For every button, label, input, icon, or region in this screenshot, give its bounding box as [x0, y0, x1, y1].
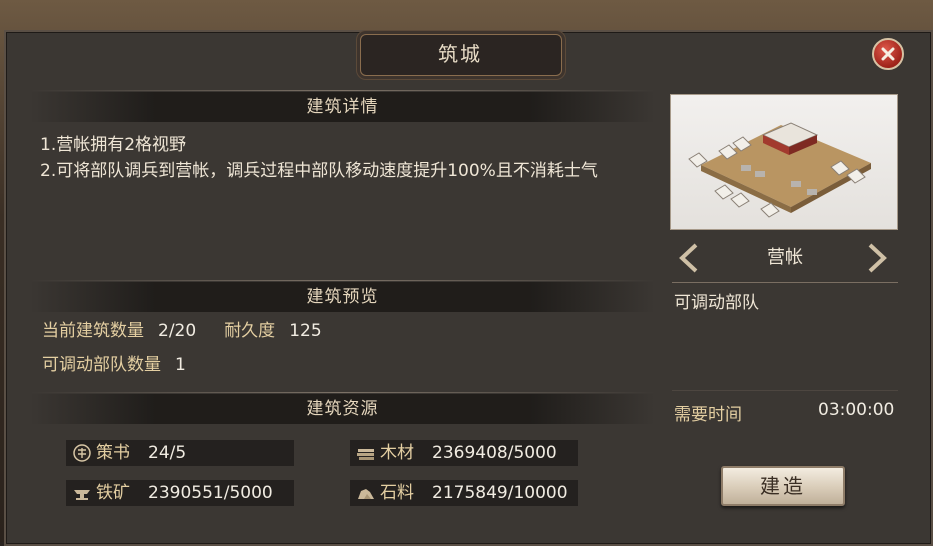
troops-value: 1 — [175, 355, 186, 375]
next-arrow[interactable] — [866, 243, 888, 273]
resource-label: 石料 — [380, 483, 414, 503]
preview-row-2: 可调动部队数量 1 — [42, 352, 214, 378]
camp-illustration — [688, 122, 871, 218]
resource-value: 24/5 — [148, 443, 187, 463]
divider — [672, 390, 898, 391]
building-image — [670, 94, 898, 230]
divider — [672, 282, 898, 283]
resource-label: 木材 — [380, 443, 414, 463]
iron-ore-icon — [74, 490, 90, 500]
details-column: 建筑详情 1.营帐拥有2格视野 2.可将部队调兵到营帐，调兵过程中部队移动速度提… — [30, 90, 655, 530]
resource-wood: 木材 2369408/5000 — [350, 440, 578, 466]
resource-value: 2175849/10000 — [432, 483, 568, 503]
preview-row-1: 当前建筑数量 2/20 耐久度 125 — [42, 318, 350, 344]
resource-iron-ore: 铁矿 2390551/5000 — [66, 480, 294, 506]
troops-label: 可调动部队数量 — [42, 355, 161, 375]
divider — [30, 90, 655, 91]
count-label: 当前建筑数量 — [42, 321, 144, 341]
strategy-book-icon — [73, 444, 91, 462]
resource-value: 2369408/5000 — [432, 443, 557, 463]
resource-label: 策书 — [96, 443, 130, 463]
durability-value: 125 — [289, 321, 322, 341]
durability-label: 耐久度 — [224, 321, 276, 341]
stone-icon — [358, 489, 374, 499]
count-value: 2/20 — [158, 321, 197, 341]
wood-icon — [357, 449, 374, 460]
close-icon — [881, 47, 895, 61]
building-column: 营帐 可调动部队 需要时间 03:00:00 建造 — [666, 88, 904, 528]
build-button[interactable]: 建造 — [721, 466, 845, 506]
building-description: 可调动部队 — [674, 293, 759, 313]
details-line-1: 1.营帐拥有2格视野 — [40, 135, 187, 155]
time-label: 需要时间 — [674, 405, 742, 425]
resource-stone: 石料 2175849/10000 — [350, 480, 578, 506]
dialog-title: 筑城 — [438, 42, 482, 66]
close-button[interactable] — [872, 38, 904, 70]
resources-header: 建筑资源 — [30, 394, 655, 424]
divider — [30, 392, 655, 393]
divider — [30, 280, 655, 281]
time-value: 03:00:00 — [818, 400, 895, 420]
details-header: 建筑详情 — [30, 92, 655, 122]
preview-header: 建筑预览 — [30, 282, 655, 312]
details-text: 1.营帐拥有2格视野 2.可将部队调兵到营帐，调兵过程中部队移动速度提升100%… — [40, 132, 650, 184]
details-line-2: 2.可将部队调兵到营帐，调兵过程中部队移动速度提升100%且不消耗士气 — [40, 161, 598, 181]
resource-strategy-book: 策书 24/5 — [66, 440, 294, 466]
resource-value: 2390551/5000 — [148, 483, 273, 503]
resource-label: 铁矿 — [96, 483, 130, 503]
